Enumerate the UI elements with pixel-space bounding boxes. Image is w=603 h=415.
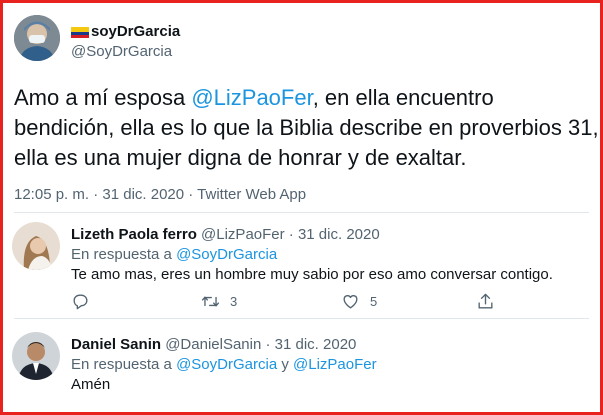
retweet-count: 3 bbox=[230, 294, 238, 309]
like-count: 5 bbox=[370, 294, 378, 309]
reply-author-name[interactable]: Lizeth Paola ferro bbox=[71, 226, 197, 243]
tweet-mention-link[interactable]: @LizPaoFer bbox=[191, 85, 312, 110]
reply-button[interactable] bbox=[71, 292, 90, 311]
reply-avatar[interactable] bbox=[12, 222, 60, 270]
reply-icon bbox=[73, 294, 88, 310]
retweet-icon bbox=[201, 296, 220, 307]
reply-context-mention[interactable]: @LizPaoFer bbox=[293, 356, 377, 373]
reply-context-mention[interactable]: @SoyDrGarcia bbox=[176, 246, 277, 263]
share-button[interactable] bbox=[476, 292, 495, 311]
divider bbox=[14, 212, 589, 213]
reply-context-join: y bbox=[277, 356, 294, 373]
reply-actions: 3 5 bbox=[71, 292, 501, 314]
reply-handle-date[interactable]: @DanielSanin · 31 dic. 2020 bbox=[165, 336, 356, 353]
tweet-text: Amo a mí esposa @LizPaoFer, en ella encu… bbox=[14, 83, 599, 173]
tweet-text-start: Amo a mí esposa bbox=[14, 85, 192, 110]
heart-icon bbox=[343, 295, 358, 309]
author-avatar[interactable] bbox=[14, 15, 60, 61]
author-name[interactable]: soyDrGarcia bbox=[91, 23, 180, 41]
reply-context: En respuesta a @SoyDrGarcia bbox=[71, 246, 277, 264]
tweet-metadata[interactable]: 12:05 p. m. · 31 dic. 2020 · Twitter Web… bbox=[14, 186, 306, 203]
reply-context: En respuesta a @SoyDrGarcia y @LizPaoFer bbox=[71, 356, 377, 374]
divider bbox=[14, 318, 589, 319]
reply-handle-date[interactable]: @LizPaoFer · 31 dic. 2020 bbox=[201, 226, 380, 243]
like-button[interactable]: 5 bbox=[341, 292, 377, 311]
author-handle[interactable]: @SoyDrGarcia bbox=[71, 43, 180, 61]
share-icon bbox=[478, 293, 493, 309]
colombia-flag-icon bbox=[71, 26, 89, 38]
reply-author-name[interactable]: Daniel Sanin bbox=[71, 336, 161, 353]
reply-text: Amén bbox=[71, 376, 111, 393]
reply-context-label: En respuesta a bbox=[71, 246, 177, 263]
reply-header: Lizeth Paola ferro @LizPaoFer · 31 dic. … bbox=[71, 226, 380, 244]
reply-context-mention[interactable]: @SoyDrGarcia bbox=[176, 356, 277, 373]
reply-avatar[interactable] bbox=[12, 332, 60, 380]
reply-header: Daniel Sanin @DanielSanin · 31 dic. 2020 bbox=[71, 336, 356, 354]
reply-context-label: En respuesta a bbox=[71, 356, 177, 373]
retweet-button[interactable]: 3 bbox=[201, 292, 237, 311]
tweet-author[interactable]: soyDrGarcia @SoyDrGarcia bbox=[71, 23, 180, 61]
reply-text: Te amo mas, eres un hombre muy sabio por… bbox=[71, 266, 553, 283]
